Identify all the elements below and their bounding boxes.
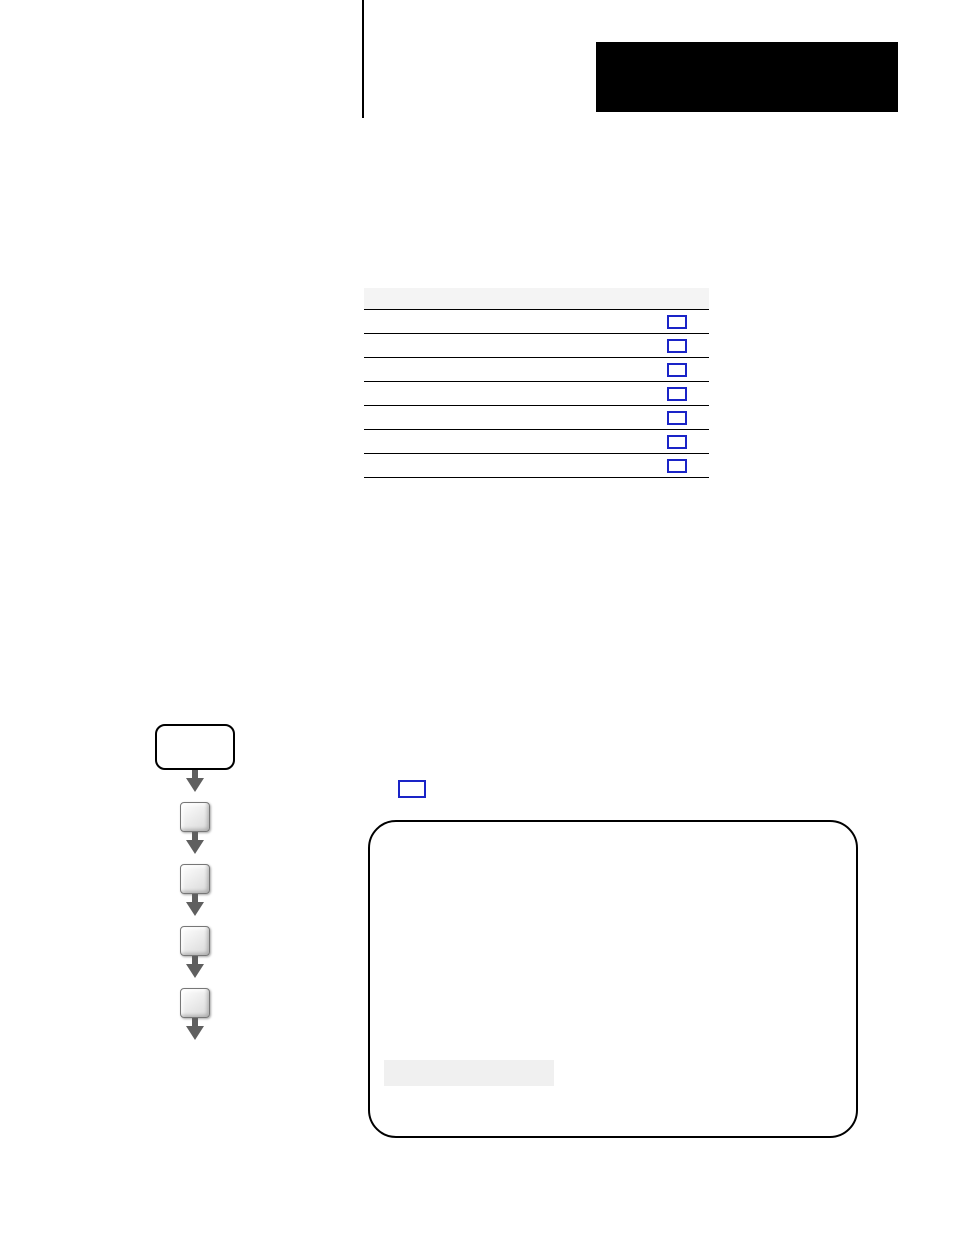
step-button-icon (180, 864, 210, 894)
table-row (364, 430, 709, 454)
arrow-down-icon (186, 840, 204, 854)
table-row (364, 406, 709, 430)
row-indicator-icon (667, 315, 687, 329)
row-indicator-icon (667, 459, 687, 473)
panel-highlight-row (384, 1060, 554, 1086)
row-indicator-icon (667, 363, 687, 377)
table-row (364, 310, 709, 334)
table-row (364, 382, 709, 406)
arrow-down-icon (186, 1026, 204, 1040)
remote-key-icon (155, 724, 235, 770)
row-indicator-icon (667, 411, 687, 425)
step-button-icon (180, 988, 210, 1018)
screen-panel (368, 820, 858, 1138)
button-flow-diagram (140, 724, 250, 1050)
table-row (364, 334, 709, 358)
arrow-down-icon (186, 902, 204, 916)
table-row (364, 358, 709, 382)
row-indicator-icon (667, 339, 687, 353)
table-row (364, 454, 709, 478)
vertical-divider (362, 0, 364, 118)
reference-box-icon (398, 780, 426, 798)
step-button-icon (180, 802, 210, 832)
arrow-down-icon (186, 778, 204, 792)
table-header-row (364, 288, 709, 310)
row-indicator-icon (667, 387, 687, 401)
header-title-bar (596, 42, 898, 112)
row-indicator-icon (667, 435, 687, 449)
arrow-down-icon (186, 964, 204, 978)
settings-table (364, 288, 709, 478)
step-button-icon (180, 926, 210, 956)
